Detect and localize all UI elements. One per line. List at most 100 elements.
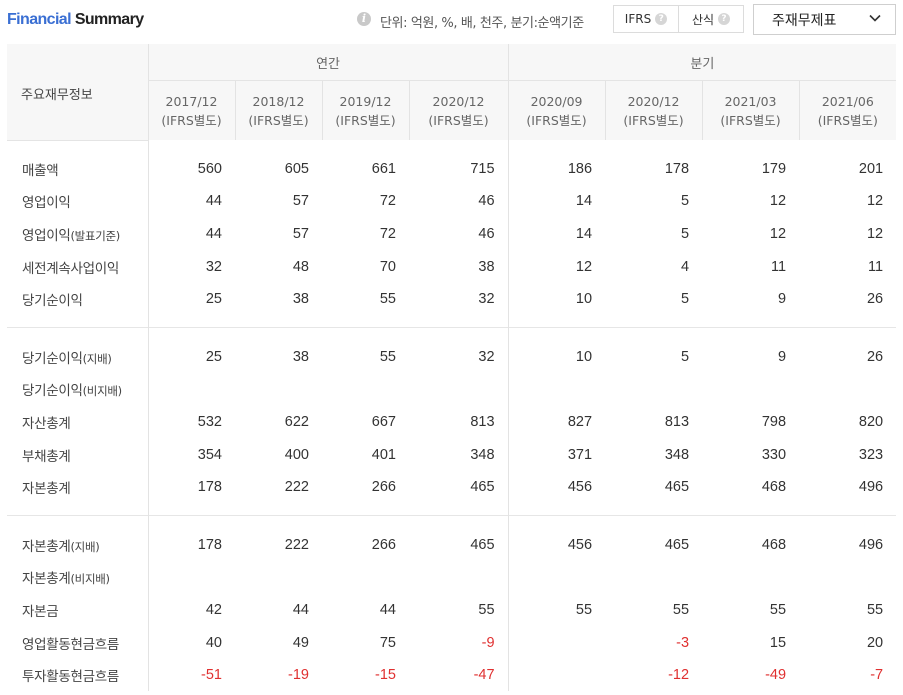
value-cell: 38 (292, 291, 309, 308)
row-label-text: 당기순이익 (22, 293, 83, 310)
value-cell: 4 (680, 258, 690, 275)
row-label-text: 자본총계 (22, 538, 71, 555)
value-cell: -12 (668, 667, 690, 684)
value-cell: 222 (284, 479, 309, 496)
value-cell: 32 (478, 348, 495, 365)
basis-toggle: IFRS ? 산식 ? (613, 5, 744, 33)
value-cell: 496 (858, 479, 884, 496)
value-cell: 622 (284, 413, 309, 430)
value-cell (235, 373, 322, 406)
value-cell: 40 (147, 626, 235, 659)
formula-label: 산식 (691, 12, 715, 27)
table-row: 자본총계(지배) 178 222 266 465 456 465 468 496 (7, 528, 896, 562)
row-label[interactable]: 영업활동현금흐름 (7, 626, 148, 659)
table-row: 자본총계(비지배) (7, 561, 896, 594)
value-cell: 55 (672, 601, 690, 618)
value-cell: 465 (664, 479, 690, 496)
period-date: 2020/12 (627, 93, 680, 109)
row-label[interactable]: 세전계속사업이익 (7, 250, 148, 283)
row-label-sub: (비지배) (70, 572, 110, 587)
row-label[interactable]: 투자활동현금흐름 (7, 659, 148, 692)
value-cell: 496 (858, 536, 884, 553)
ifrs-button[interactable]: IFRS ? (614, 6, 678, 32)
period-basis: (IFRS별도) (335, 112, 396, 128)
row-label[interactable]: 당기순이익(비지배) (7, 373, 148, 406)
period-basis: (IFRS별도) (526, 112, 587, 128)
statement-type-dropdown[interactable]: 주재무제표 (753, 4, 896, 35)
row-label[interactable]: 자본총계(지배) (7, 528, 148, 561)
value-cell: 72 (379, 193, 396, 210)
value-cell (147, 561, 235, 594)
value-cell: 5 (680, 225, 690, 242)
period-header: 2021/03 (IFRS별도) (701, 80, 800, 140)
ifrs-label: IFRS (624, 12, 652, 26)
row-label-text: 당기순이익 (22, 383, 83, 400)
value-cell: 38 (292, 348, 309, 365)
value-cell: 75 (379, 634, 396, 651)
value-cell: -49 (765, 667, 787, 684)
value-cell: 42 (147, 593, 235, 627)
row-label-text: 투자활동현금흐름 (22, 669, 119, 686)
value-cell: 465 (470, 536, 495, 553)
row-label[interactable]: 당기순이익 (7, 283, 148, 316)
row-label[interactable]: 매출액 (7, 153, 148, 186)
value-cell: 44 (147, 217, 235, 251)
row-label[interactable]: 영업이익 (7, 185, 148, 218)
row-label[interactable]: 부채총계 (7, 438, 148, 471)
table-row: 세전계속사업이익 32 48 70 38 12 4 11 11 (7, 250, 896, 283)
value-cell (702, 561, 799, 594)
value-cell: 820 (858, 413, 884, 430)
value-cell: 12 (866, 225, 884, 242)
value-cell: 44 (292, 601, 309, 618)
dropdown-label: 주재무제표 (772, 12, 837, 29)
row-label-text: 영업이익 (22, 195, 71, 212)
row-label[interactable]: 자본금 (7, 594, 148, 627)
value-cell: -9 (481, 634, 495, 651)
value-cell: 55 (866, 601, 884, 618)
value-cell: 20 (866, 634, 884, 651)
value-cell (507, 561, 606, 594)
value-cell: 354 (147, 438, 235, 471)
value-cell: 5 (680, 193, 690, 210)
row-label[interactable]: 자산총계 (7, 406, 148, 439)
value-cell: 57 (292, 225, 309, 242)
table-row: 매출액 560 605 661 715 186 178 179 201 (7, 152, 896, 186)
value-cell: 348 (664, 446, 690, 463)
row-header: 주요재무정보 (7, 44, 148, 141)
value-cell: 661 (371, 160, 396, 177)
value-cell: 5 (680, 291, 690, 308)
period-header: 2020/12 (IFRS별도) (408, 80, 509, 140)
formula-button[interactable]: 산식 ? (678, 6, 743, 32)
row-label-text: 자본총계 (22, 571, 71, 588)
table-row: 투자활동현금흐름 -51 -19 -15 -47 -12 -49 -7 (7, 658, 896, 692)
value-cell: -3 (676, 634, 690, 651)
help-icon[interactable]: ? (718, 13, 731, 25)
row-label[interactable]: 자본총계(비지배) (7, 561, 148, 594)
value-cell: 186 (507, 152, 606, 186)
value-cell: 465 (470, 479, 495, 496)
value-cell: 32 (147, 250, 235, 283)
value-cell: 667 (371, 413, 396, 430)
value-cell: 72 (379, 225, 396, 242)
period-basis: (IFRS별도) (428, 112, 489, 128)
help-icon[interactable]: ? (655, 13, 668, 25)
value-cell: 44 (379, 601, 396, 618)
value-cell: 560 (147, 152, 235, 186)
period-header: 2020/09 (IFRS별도) (507, 80, 606, 140)
row-label[interactable]: 영업이익(발표기준) (7, 218, 148, 251)
info-icon[interactable]: i (357, 12, 371, 26)
value-cell (605, 561, 702, 594)
value-cell: 401 (371, 446, 396, 463)
value-cell (409, 373, 508, 406)
row-label[interactable]: 자본총계 (7, 471, 148, 504)
value-cell: 715 (470, 160, 495, 177)
table-row: 영업이익 44 57 72 46 14 5 12 12 (7, 185, 896, 218)
value-cell: 813 (470, 413, 495, 430)
chevron-down-icon (869, 14, 881, 22)
title-summary: Summary (74, 11, 144, 28)
value-cell: 813 (664, 413, 690, 430)
row-label-text: 영업활동현금흐름 (22, 636, 119, 653)
value-cell: 55 (507, 593, 606, 627)
value-cell: 468 (761, 479, 787, 496)
row-label[interactable]: 당기순이익(지배) (7, 340, 148, 373)
